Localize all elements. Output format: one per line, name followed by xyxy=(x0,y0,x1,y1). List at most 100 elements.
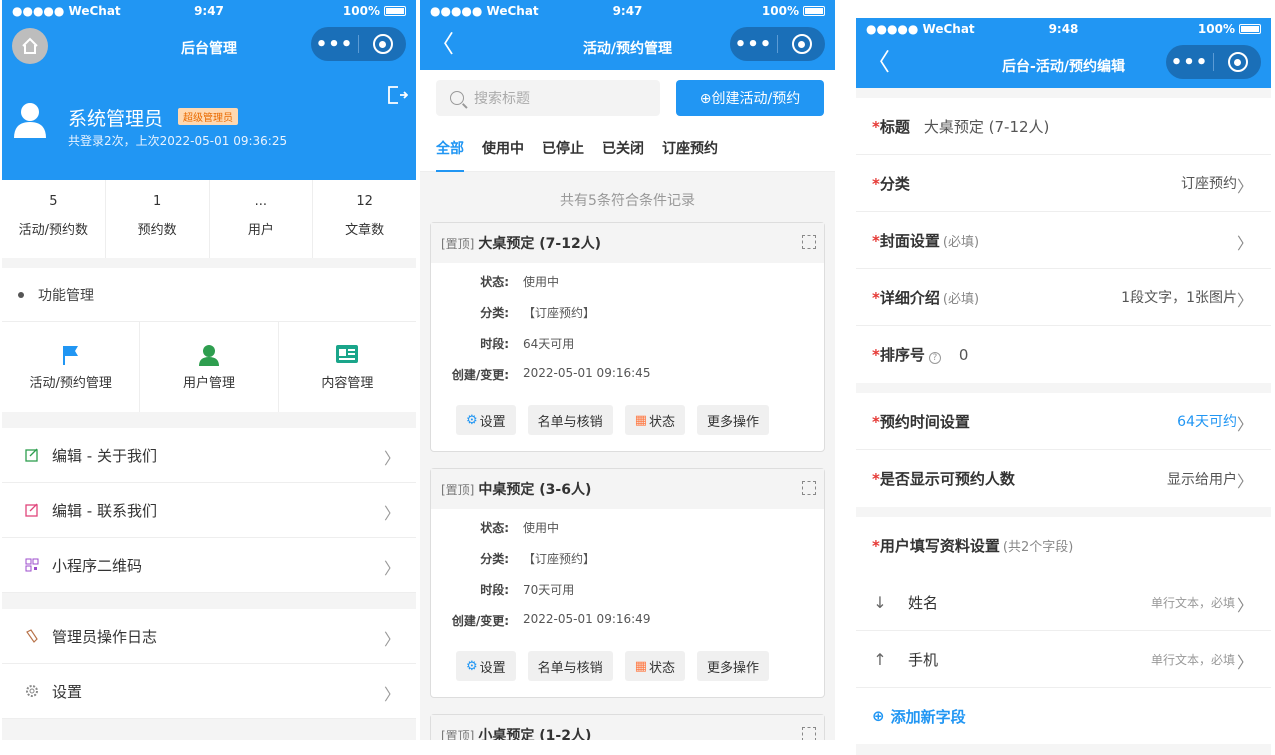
row-edit-contact[interactable]: 编辑 - 联系我们〉 xyxy=(2,483,416,538)
func-content-manage[interactable]: 内容管理 xyxy=(279,322,416,412)
close-miniapp-icon[interactable] xyxy=(359,34,406,54)
chevron-right-icon: 〉 xyxy=(1236,653,1253,672)
pinned-tag: [置顶] xyxy=(441,728,475,741)
status-button[interactable]: ▦ 状态 xyxy=(624,651,685,681)
stat-users[interactable]: ... 用户 xyxy=(210,180,314,258)
battery-icon xyxy=(803,6,825,16)
phone-activity-list: ●●●●● WeChat 9:47 100% 〈 活动/预约管理 ••• 搜索标… xyxy=(420,0,835,740)
user-name: 系统管理员 xyxy=(68,108,164,130)
roster-button[interactable]: 名单与核销 xyxy=(527,651,613,681)
chevron-right-icon: 〉 xyxy=(1236,596,1253,615)
capsule-menu: ••• xyxy=(311,27,406,61)
activity-card: [置顶] 中桌预定 (3-6人) 状态: 使用中 分类: 【订座预约】 时段: 70天可… xyxy=(430,468,825,698)
sort-field[interactable]: *排序号? 0 xyxy=(856,326,1271,383)
expand-icon[interactable] xyxy=(802,235,816,249)
logout-icon[interactable] xyxy=(386,84,408,106)
roster-button[interactable]: 名单与核销 xyxy=(527,405,613,435)
show-count-field[interactable]: *是否显示可预约人数 显示给用户〉 xyxy=(856,450,1271,507)
function-section: 功能管理 活动/预约管理 用户管理 内容管理 xyxy=(2,268,416,428)
booking-settings-group: *预约时间设置 64天可约〉 *是否显示可预约人数 显示给用户〉 xyxy=(856,393,1271,507)
row-settings[interactable]: 设置〉 xyxy=(2,664,416,719)
stat-bookings[interactable]: 1 预约数 xyxy=(106,180,210,258)
record-count: 共有5条符合条件记录 xyxy=(560,193,695,209)
form-field-row[interactable]: ↑ 手机 单行文本，必填〉 xyxy=(856,631,1271,688)
create-activity-button[interactable]: ⊕创建活动/预约 xyxy=(676,80,824,116)
grid-icon: ▦ xyxy=(634,412,647,428)
chevron-right-icon: 〉 xyxy=(383,630,400,649)
row-edit-about[interactable]: 编辑 - 关于我们〉 xyxy=(2,428,416,483)
more-actions-button[interactable]: 更多操作 xyxy=(697,405,770,435)
expand-icon[interactable] xyxy=(802,727,816,740)
grid-icon: ▦ xyxy=(634,658,647,674)
qrcode-icon xyxy=(25,558,39,572)
card-title: 小桌预定 (1-2人) xyxy=(478,728,592,740)
avatar-icon xyxy=(14,103,46,138)
basic-info-group: *标题 大桌预定 (7-12人) *分类 订座预约〉 *封面设置 (必填) 〉 *详细介… xyxy=(856,98,1271,383)
gear-icon xyxy=(26,685,38,697)
tab-stopped[interactable]: 已停止 xyxy=(542,128,584,172)
stat-articles[interactable]: 12 文章数 xyxy=(313,180,416,258)
cover-field[interactable]: *封面设置 (必填) 〉 xyxy=(856,212,1271,269)
gear-icon: ⚙ xyxy=(466,412,478,428)
category-field[interactable]: *分类 订座预约〉 xyxy=(856,155,1271,212)
status-bar: ●●●●● WeChat 9:48 100% xyxy=(856,18,1271,40)
profile-header: 系统管理员 超级管理员 共登录2次，上次2022-05-01 09:36:25 xyxy=(2,70,416,180)
pinned-tag: [置顶] xyxy=(441,236,475,251)
plus-circle-icon: ⊕ xyxy=(872,707,885,725)
more-icon[interactable]: ••• xyxy=(311,34,358,55)
activity-card: [置顶] 大桌预定 (7-12人) 状态: 使用中 分类: 【订座预约】 时段: 64天… xyxy=(430,222,825,452)
arrow-up-icon[interactable]: ↑ xyxy=(862,641,898,677)
activity-card: [置顶] 小桌预定 (1-2人) xyxy=(430,714,825,740)
form-field-row[interactable]: ↓ 姓名 单行文本，必填〉 xyxy=(856,574,1271,631)
battery-icon xyxy=(1239,24,1261,34)
chevron-right-icon: 〉 xyxy=(1236,472,1253,491)
filter-tabs: 全部 使用中 已停止 已关闭 订座预约 xyxy=(420,128,835,172)
battery-text: 100% xyxy=(342,4,380,18)
nav-bar: 后台管理 ••• xyxy=(2,22,416,70)
settings-button[interactable]: ⚙ 设置 xyxy=(456,405,516,435)
row-qrcode[interactable]: 小程序二维码〉 xyxy=(2,538,416,593)
tab-in-use[interactable]: 使用中 xyxy=(482,128,524,172)
gear-icon: ⚙ xyxy=(466,658,478,674)
nav-bar: 〈 后台-活动/预约编辑 ••• xyxy=(856,40,1271,88)
battery-icon xyxy=(384,6,406,16)
pinned-tag: [置顶] xyxy=(441,482,475,497)
user-icon xyxy=(198,345,219,366)
status-button[interactable]: ▦ 状态 xyxy=(624,405,685,435)
expand-icon[interactable] xyxy=(802,481,816,495)
title-field[interactable]: *标题 大桌预定 (7-12人) xyxy=(856,98,1271,155)
booking-time-field[interactable]: *预约时间设置 64天可约〉 xyxy=(856,393,1271,450)
id-card-icon xyxy=(336,345,359,363)
tab-table-booking[interactable]: 订座预约 xyxy=(662,128,718,172)
chevron-right-icon: 〉 xyxy=(383,685,400,704)
arrow-down-icon[interactable]: ↓ xyxy=(862,584,898,620)
log-icon xyxy=(26,629,38,643)
close-miniapp-icon[interactable] xyxy=(778,34,825,54)
tab-closed[interactable]: 已关闭 xyxy=(602,128,644,172)
capsule-menu: ••• xyxy=(1166,45,1261,79)
capsule-menu: ••• xyxy=(730,27,825,61)
tab-all[interactable]: 全部 xyxy=(436,128,464,172)
close-miniapp-icon[interactable] xyxy=(1214,52,1261,72)
stat-activities[interactable]: 5 活动/预约数 xyxy=(2,180,106,258)
more-icon[interactable]: ••• xyxy=(1166,52,1213,73)
func-user-manage[interactable]: 用户管理 xyxy=(140,322,279,412)
phone-activity-edit: ●●●●● WeChat 9:48 100% 〈 后台-活动/预约编辑 ••• … xyxy=(856,18,1271,755)
role-badge: 超级管理员 xyxy=(178,108,238,125)
add-field-button[interactable]: ⊕ 添加新字段 xyxy=(856,688,1271,744)
status-bar: ●●●●● WeChat 9:47 100% xyxy=(420,0,835,22)
help-icon[interactable]: ? xyxy=(928,352,941,364)
flag-icon xyxy=(62,346,78,365)
detail-field[interactable]: *详细介绍 (必填) 1段文字，1张图片〉 xyxy=(856,269,1271,326)
settings-button[interactable]: ⚙ 设置 xyxy=(456,651,516,681)
card-title: 大桌预定 (7-12人) xyxy=(478,236,602,252)
func-activity-manage[interactable]: 活动/预约管理 xyxy=(2,322,141,412)
more-icon[interactable]: ••• xyxy=(730,34,777,55)
more-actions-button[interactable]: 更多操作 xyxy=(697,651,770,681)
chevron-right-icon: 〉 xyxy=(1236,291,1253,310)
chevron-right-icon: 〉 xyxy=(383,504,400,523)
chevron-right-icon: 〉 xyxy=(1236,234,1253,253)
row-admin-log[interactable]: 管理员操作日志〉 xyxy=(2,609,416,664)
chevron-right-icon: 〉 xyxy=(383,559,400,578)
search-input[interactable]: 搜索标题 xyxy=(436,80,660,116)
